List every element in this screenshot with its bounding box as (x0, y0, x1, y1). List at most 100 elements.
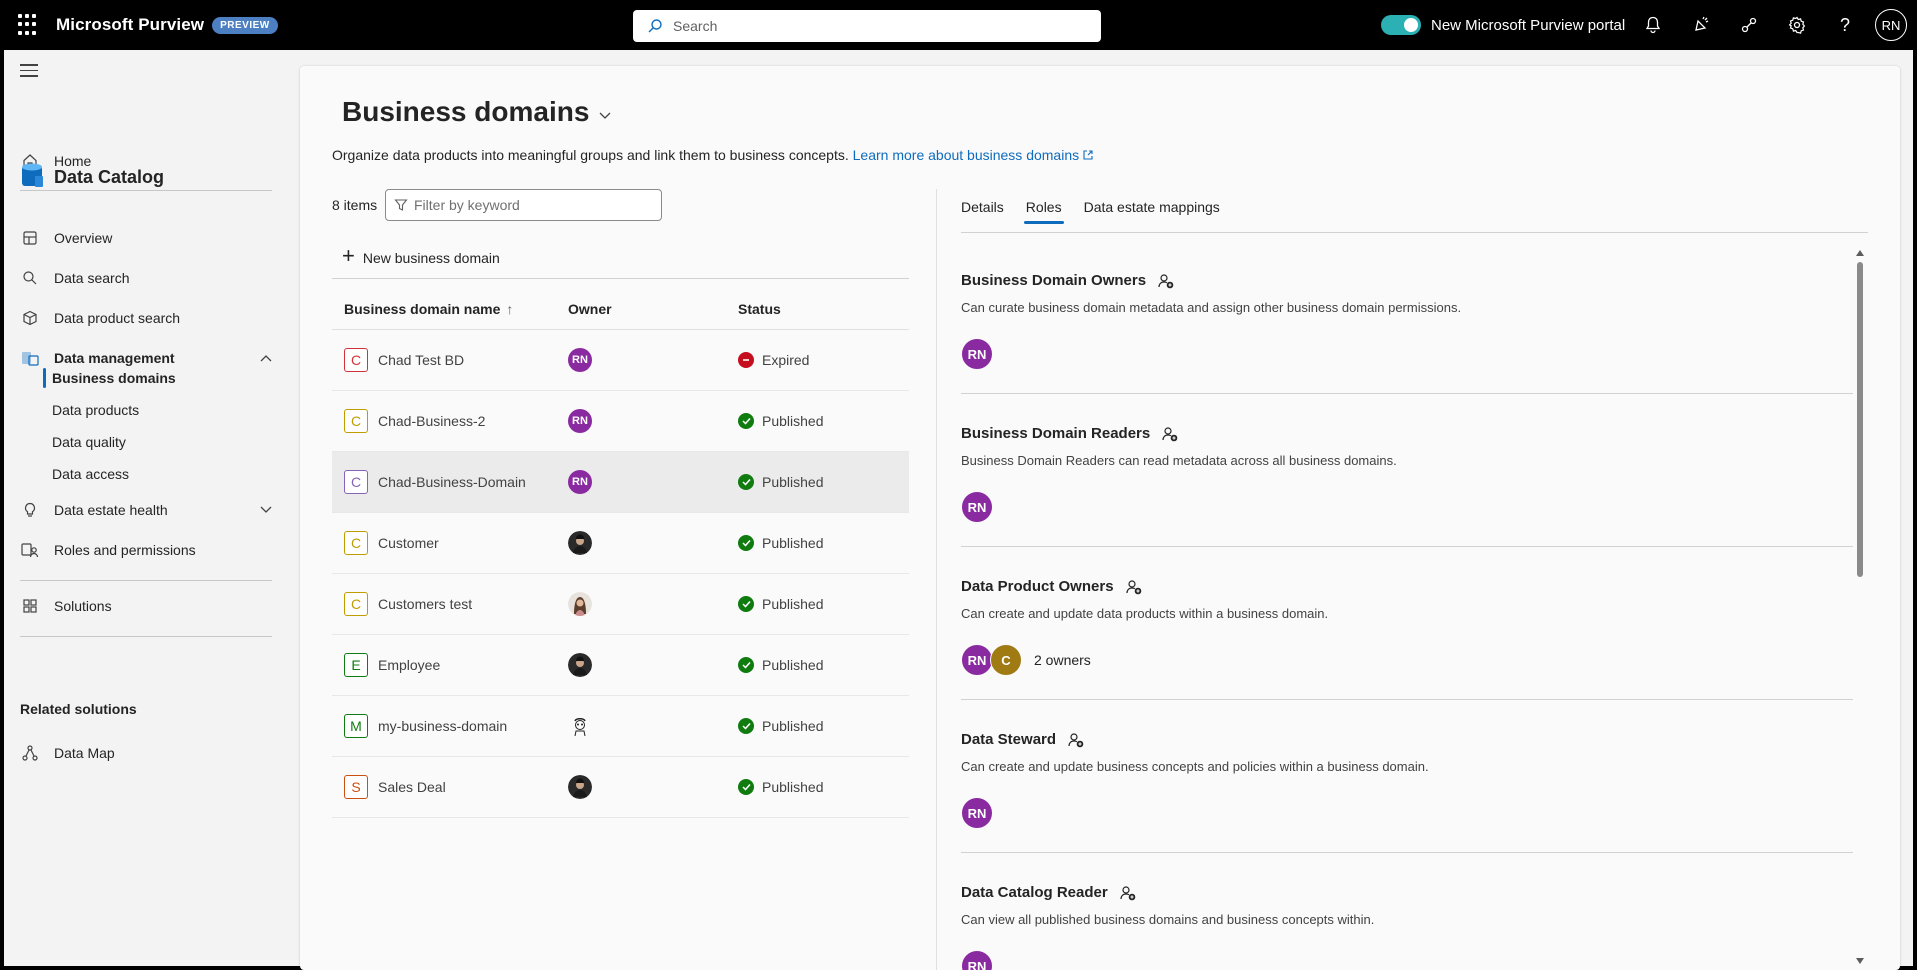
owner-avatar[interactable]: RN (568, 470, 592, 494)
owner-cell (568, 714, 738, 738)
nav-data-access[interactable]: Data access (52, 460, 129, 488)
member-avatar[interactable]: RN (961, 797, 993, 829)
member-avatar[interactable]: C (990, 644, 1022, 676)
add-person-icon[interactable] (1108, 885, 1136, 901)
table-row[interactable]: C Chad-Business-2 RN Published (332, 391, 909, 452)
status-label: Published (762, 535, 824, 551)
role-title-text: Data Steward (961, 731, 1057, 748)
toolbar-divider (332, 278, 909, 279)
brand-name[interactable]: Microsoft Purview (56, 15, 204, 35)
left-navigation: Home Data Catalog Overview Data search D… (4, 50, 294, 966)
member-count[interactable]: 2 owners (1034, 652, 1091, 668)
domain-letter-icon: C (344, 409, 368, 433)
owner-avatar[interactable]: RN (568, 409, 592, 433)
domain-name[interactable]: my-business-domain (378, 718, 507, 734)
nav-solutions-label: Solutions (54, 598, 112, 614)
table-row[interactable]: C Chad Test BD RN Expired (332, 330, 909, 391)
expired-status-icon (738, 352, 754, 368)
nav-data-search[interactable]: Data search (4, 262, 294, 294)
user-avatar[interactable]: RN (1875, 9, 1907, 41)
domain-name[interactable]: Sales Deal (378, 779, 446, 795)
owner-photo-avatar[interactable] (568, 775, 592, 799)
chevron-down-icon[interactable] (260, 503, 272, 517)
add-person-icon[interactable] (1150, 426, 1178, 442)
member-avatar[interactable]: RN (961, 644, 993, 676)
member-avatar[interactable]: RN (961, 338, 993, 370)
nav-data-estate-health[interactable]: Data estate health (4, 494, 294, 526)
column-header-name[interactable]: Business domain name ↑ (332, 301, 568, 317)
top-bar: Microsoft Purview PREVIEW Search New Mic… (0, 0, 1917, 50)
add-person-icon[interactable] (1114, 579, 1142, 595)
status-label: Expired (762, 352, 810, 368)
domain-name[interactable]: Chad-Business-2 (378, 413, 485, 429)
domain-name[interactable]: Chad-Business-Domain (378, 474, 526, 490)
tab-details[interactable]: Details (961, 199, 1004, 224)
new-business-domain-button[interactable]: + New business domain (342, 243, 500, 269)
search-placeholder: Search (673, 18, 718, 34)
role-title: Business Domain Owners (961, 272, 1174, 289)
role-members: RN (961, 338, 993, 370)
roles-scrollbar[interactable] (1855, 244, 1865, 966)
add-person-icon[interactable] (1146, 273, 1174, 289)
owner-photo-avatar[interactable] (568, 714, 592, 738)
table-row[interactable]: C Chad-Business-Domain RN Published (332, 452, 909, 513)
column-header-status[interactable]: Status (738, 301, 908, 317)
published-check-icon (738, 535, 754, 551)
scroll-up-arrow-icon[interactable] (1856, 250, 1864, 256)
settings-gear-icon[interactable] (1773, 0, 1821, 50)
filter-keyword-input[interactable]: Filter by keyword (385, 189, 662, 221)
tab-data-estate-mappings[interactable]: Data estate mappings (1084, 199, 1220, 224)
nav-roles-permissions[interactable]: Roles and permissions (4, 534, 294, 566)
overview-icon (19, 230, 41, 246)
tab-roles[interactable]: Roles (1023, 199, 1064, 224)
nav-data-map[interactable]: Data Map (4, 737, 294, 769)
learn-more-link[interactable]: Learn more about business domains (853, 147, 1093, 163)
table-row[interactable]: S Sales Deal Published (332, 757, 909, 818)
role-description: Can create and update data products with… (961, 606, 1329, 621)
help-icon[interactable]: ? (1821, 0, 1869, 50)
member-avatar[interactable]: RN (961, 950, 993, 970)
nav-solutions[interactable]: Solutions (4, 590, 294, 622)
nav-business-domains[interactable]: Business domains (43, 364, 176, 392)
global-search-input[interactable]: Search (633, 10, 1101, 42)
domain-name[interactable]: Employee (378, 657, 440, 673)
owner-photo-avatar[interactable] (568, 592, 592, 616)
domain-name-cell: C Chad-Business-Domain (332, 470, 568, 494)
role-section: Data Steward Can create and update busine… (961, 703, 1853, 853)
announcements-icon[interactable] (1677, 0, 1725, 50)
domain-name[interactable]: Customer (378, 535, 439, 551)
filter-icon (394, 199, 408, 211)
nav-data-quality[interactable]: Data quality (52, 428, 126, 456)
status-cell: Published (738, 779, 908, 795)
new-portal-toggle[interactable] (1381, 15, 1421, 35)
chevron-up-icon[interactable] (260, 351, 272, 365)
owner-avatar[interactable]: RN (568, 348, 592, 372)
collapse-nav-icon[interactable] (20, 64, 38, 81)
domain-letter-icon: M (344, 714, 368, 738)
table-row[interactable]: C Customer Published (332, 513, 909, 574)
page-title-group[interactable]: Business domains (342, 96, 611, 128)
column-header-owner[interactable]: Owner (568, 301, 738, 317)
nav-overview[interactable]: Overview (4, 222, 294, 254)
table-row[interactable]: E Employee Published (332, 635, 909, 696)
owner-cell: RN (568, 470, 738, 494)
preview-badge: PREVIEW (212, 16, 278, 34)
notifications-bell-icon[interactable] (1629, 0, 1677, 50)
scrollbar-thumb[interactable] (1857, 262, 1863, 577)
nav-data-products[interactable]: Data products (52, 396, 139, 424)
nav-data-product-search[interactable]: Data product search (4, 302, 294, 334)
domain-name[interactable]: Customers test (378, 596, 472, 612)
domain-name-cell: E Employee (332, 653, 568, 677)
connections-icon[interactable] (1725, 0, 1773, 50)
role-description: Can curate business domain metadata and … (961, 300, 1462, 315)
scroll-down-arrow-icon[interactable] (1856, 958, 1864, 964)
member-avatar[interactable]: RN (961, 491, 993, 523)
owner-photo-avatar[interactable] (568, 653, 592, 677)
table-row[interactable]: Mmy-business-domain Published (332, 696, 909, 757)
owner-photo-avatar[interactable] (568, 531, 592, 555)
domain-name[interactable]: Chad Test BD (378, 352, 464, 368)
chevron-down-icon[interactable] (599, 107, 611, 123)
table-row[interactable]: C Customers test Published (332, 574, 909, 635)
app-launcher-icon[interactable] (18, 14, 40, 36)
add-person-icon[interactable] (1056, 732, 1084, 748)
